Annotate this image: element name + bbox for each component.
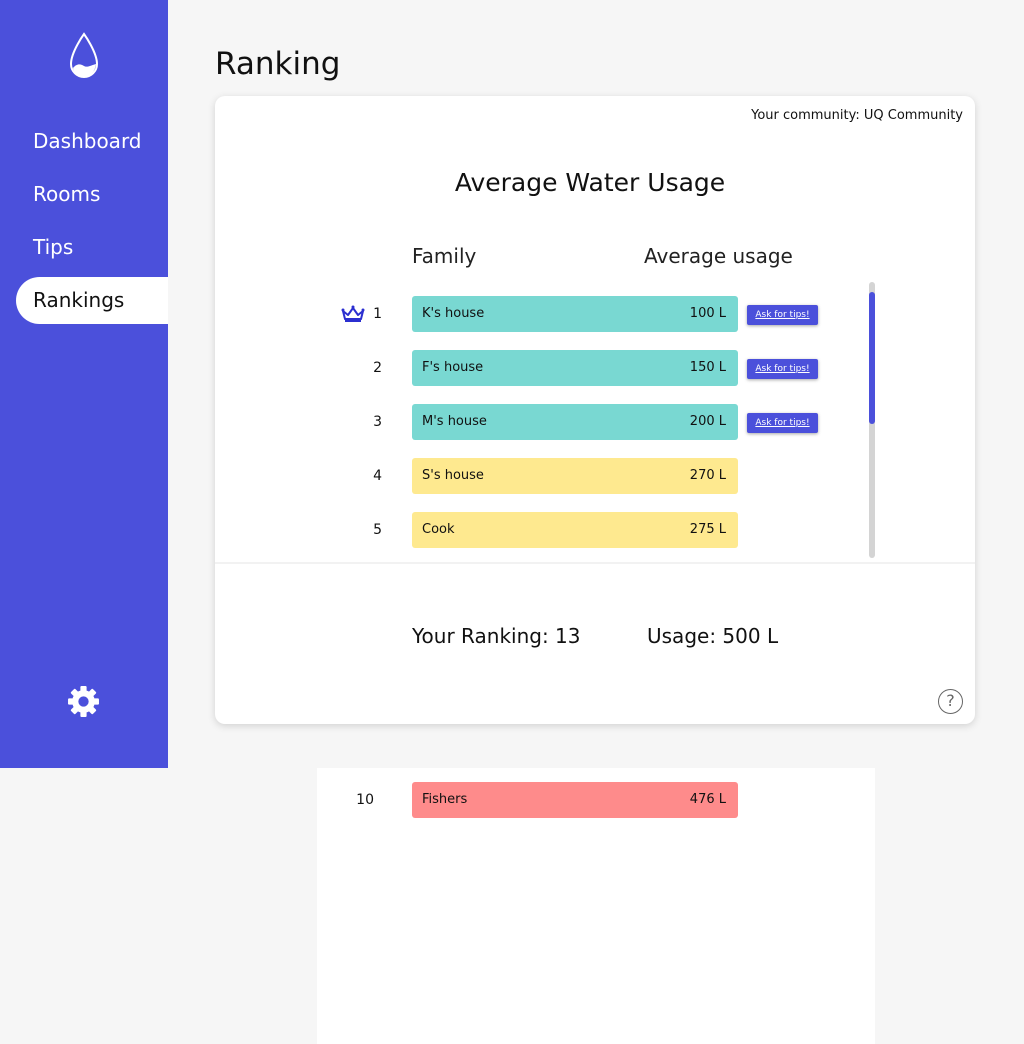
ask-for-tips-button[interactable]: Ask for tips! [747,413,818,433]
usage-bar: M's house 200 L [412,404,738,440]
overflow-list: 10 Fishers 476 L [317,768,875,1044]
your-ranking: Your Ranking: 13 [412,624,581,648]
gear-icon[interactable] [67,685,100,718]
rank-number: 2 [373,360,382,376]
sidebar-item-tips[interactable]: Tips [16,224,168,271]
scrollbar-thumb[interactable] [869,292,875,424]
usage-bar: F's house 150 L [412,350,738,386]
your-usage: Usage: 500 L [647,624,779,648]
water-drop-icon[interactable] [68,32,100,80]
sidebar-item-rankings[interactable]: Rankings [16,277,168,324]
usage-value: 275 L [689,522,726,537]
usage-value: 476 L [689,792,726,807]
sidebar-item-dashboard[interactable]: Dashboard [16,118,168,165]
column-header-usage: Average usage [644,244,793,268]
sidebar-item-rooms[interactable]: Rooms [16,171,168,218]
rank-number: 10 [356,792,374,808]
family-name: Cook [422,522,455,537]
family-name: M's house [422,414,487,429]
usage-value: 200 L [689,414,726,429]
divider [215,562,975,564]
usage-value: 100 L [689,306,726,321]
family-name: K's house [422,306,485,321]
help-icon[interactable]: ? [938,689,963,714]
community-label: Your community: UQ Community [751,108,963,123]
rank-number: 1 [373,306,382,322]
card-title: Average Water Usage [454,168,726,197]
usage-bar: Fishers 476 L [412,782,738,818]
page-title: Ranking [215,46,341,82]
sidebar: Dashboard Rooms Tips Rankings [0,0,168,768]
usage-bar: S's house 270 L [412,458,738,494]
family-name: F's house [422,360,484,375]
ask-for-tips-button[interactable]: Ask for tips! [747,305,818,325]
rank-number: 5 [373,522,382,538]
usage-bar: Cook 275 L [412,512,738,548]
ask-for-tips-button[interactable]: Ask for tips! [747,359,818,379]
rank-number: 3 [373,414,382,430]
usage-value: 150 L [689,360,726,375]
usage-bar: K's house 100 L [412,296,738,332]
rank-number: 4 [373,468,382,484]
family-name: Fishers [422,792,468,807]
column-header-family: Family [412,244,477,268]
ranking-card: Your community: UQ Community Average Wat… [215,96,975,724]
family-name: S's house [422,468,484,483]
usage-value: 270 L [689,468,726,483]
